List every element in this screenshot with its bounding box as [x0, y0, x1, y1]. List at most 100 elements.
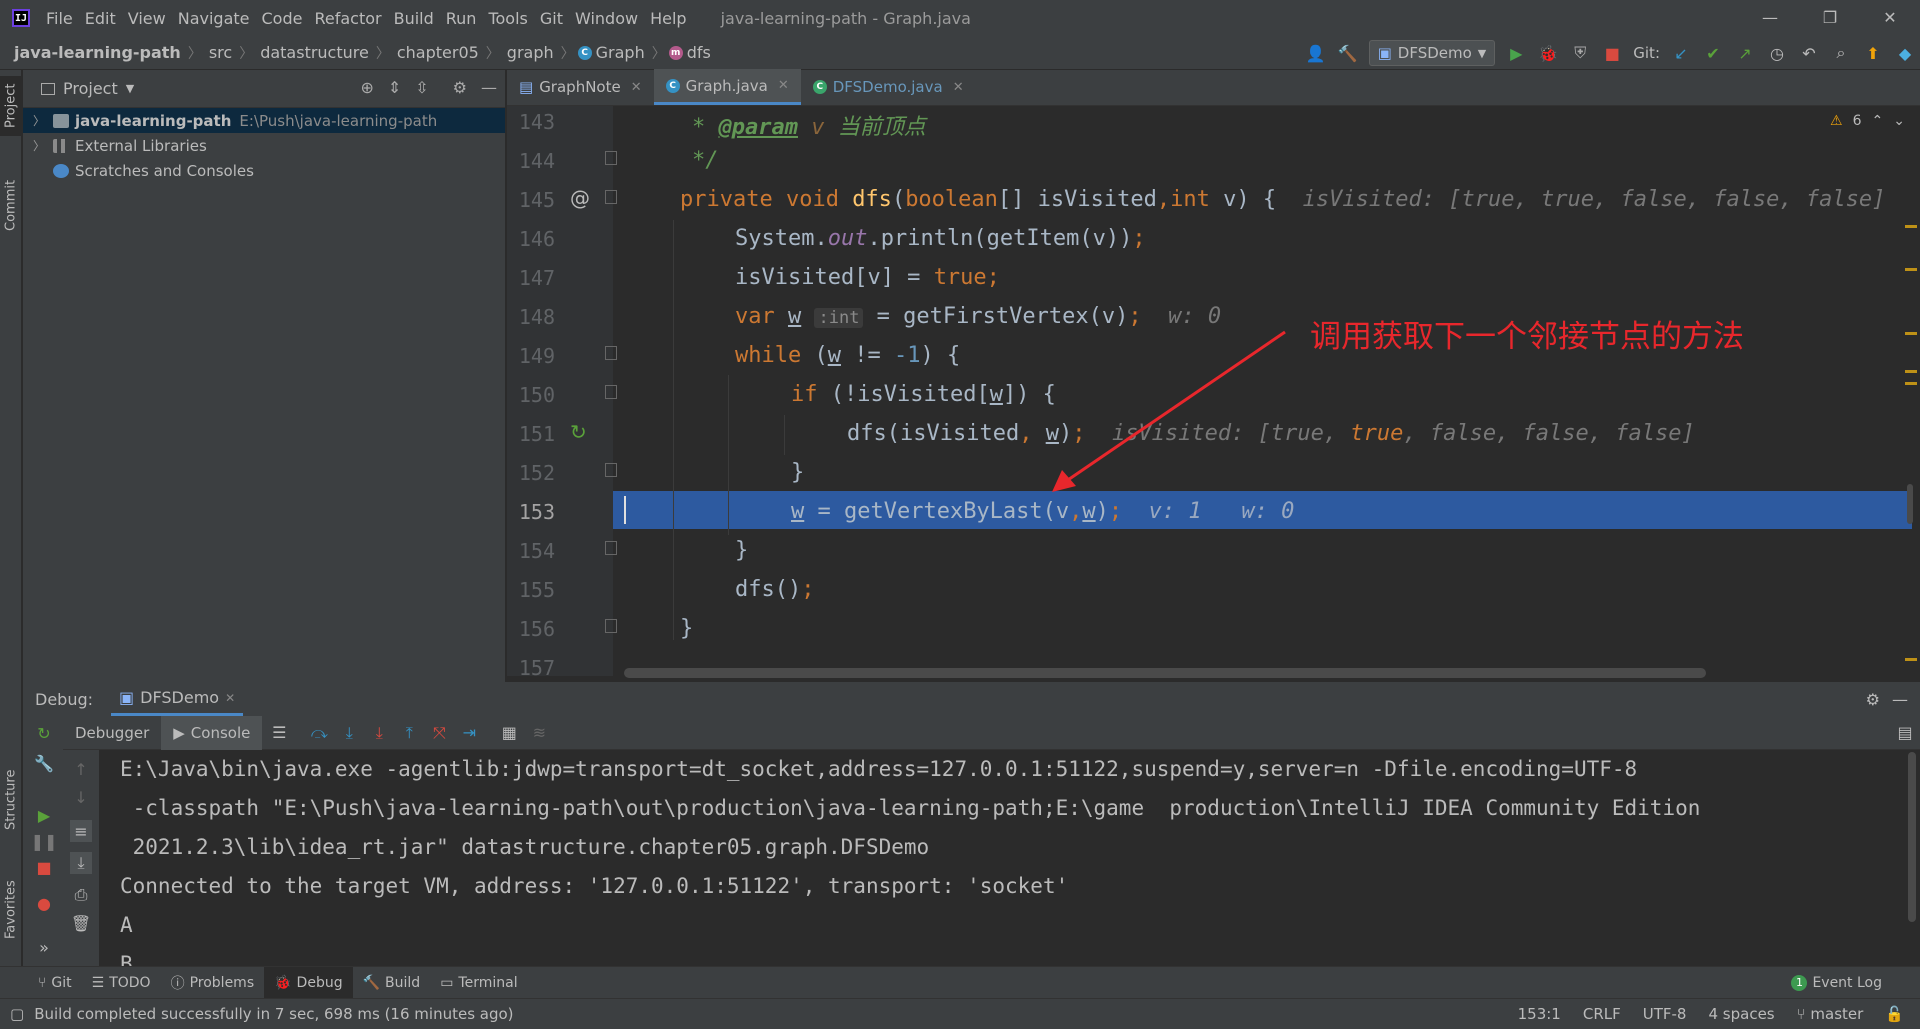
layout-icon[interactable]: ☰	[268, 722, 290, 744]
coverage-icon[interactable]: ⛨	[1569, 42, 1591, 64]
menu-git[interactable]: Git	[534, 9, 569, 28]
menu-code[interactable]: Code	[256, 9, 309, 28]
stop-icon[interactable]: ■	[33, 856, 55, 878]
menu-run[interactable]: Run	[440, 9, 483, 28]
force-step-into-icon[interactable]: ⤓	[368, 722, 390, 744]
chevron-right-icon[interactable]: 〉	[33, 112, 53, 129]
tab-dfsdemo-java[interactable]: C DFSDemo.java ✕	[801, 69, 976, 105]
trace-icon[interactable]: ≋	[528, 722, 550, 744]
inspection-widget[interactable]: ⚠ 6 ⌃ ⌄	[1830, 113, 1905, 129]
status-message[interactable]: Build completed successfully in 7 sec, 6…	[34, 1005, 513, 1023]
minimize-icon[interactable]: —	[1740, 0, 1800, 36]
fold-marker-icon[interactable]	[605, 619, 617, 633]
stop-icon[interactable]: ■	[1601, 42, 1623, 64]
hide-icon[interactable]: —	[481, 78, 497, 97]
fold-marker-icon[interactable]	[605, 151, 617, 165]
lock-icon[interactable]: 🔓	[1885, 1005, 1904, 1023]
chevron-right-icon[interactable]: 〉	[33, 137, 53, 154]
tool-event-log[interactable]: 1 Event Log	[1781, 967, 1892, 999]
arrow-down-icon[interactable]: ↓	[70, 786, 92, 808]
close-icon[interactable]: ✕	[953, 80, 964, 95]
update-icon[interactable]: ⬆	[1862, 42, 1884, 64]
run-configuration-select[interactable]: ▣ DFSDemo ▼	[1368, 40, 1496, 66]
expand-all-icon[interactable]: ⇕	[388, 78, 401, 97]
arrow-up-icon[interactable]: ↑	[70, 758, 92, 780]
warning-stripe-mark[interactable]	[1905, 370, 1917, 373]
rerun-icon[interactable]: ↻	[33, 722, 55, 744]
close-icon[interactable]: ✕	[778, 78, 789, 93]
fold-marker-icon[interactable]	[605, 385, 617, 399]
restore-layout-icon[interactable]: ▤	[1894, 722, 1916, 744]
warning-stripe-mark[interactable]	[1905, 268, 1917, 271]
step-into-icon[interactable]: ⤓	[338, 722, 360, 744]
menu-tools[interactable]: Tools	[482, 9, 533, 28]
print-icon[interactable]: ⎙	[70, 884, 92, 906]
tab-debugger[interactable]: Debugger	[63, 716, 161, 750]
menu-view[interactable]: View	[122, 9, 172, 28]
vertical-scrollbar[interactable]	[1907, 484, 1913, 524]
gear-icon[interactable]: ⚙	[1866, 690, 1880, 709]
collapse-all-icon[interactable]: ⇳	[415, 78, 428, 97]
evaluate-icon[interactable]: ▦	[498, 722, 520, 744]
tree-item-project-root[interactable]: 〉 java-learning-path E:\Push\java-learni…	[23, 108, 505, 133]
breadcrumb-chapter05[interactable]: chapter05	[393, 43, 483, 62]
tool-git[interactable]: ⑂ Git	[28, 967, 82, 999]
tab-graphnote[interactable]: ▤ GraphNote ✕	[507, 69, 654, 105]
drop-frame-icon[interactable]: ⤧	[428, 722, 450, 744]
tree-item-external-libraries[interactable]: 〉 External Libraries	[23, 133, 505, 158]
breadcrumb-datastructure[interactable]: datastructure	[256, 43, 373, 62]
fold-marker-icon[interactable]	[605, 190, 617, 204]
settings-wrench-icon[interactable]: 🔧	[33, 752, 55, 774]
favorites-tool-tab[interactable]: Favorites	[0, 870, 22, 950]
warning-stripe-mark[interactable]	[1905, 382, 1917, 385]
breadcrumb-graph[interactable]: graph	[503, 43, 558, 62]
debug-bug-icon[interactable]: 🐞	[1537, 42, 1559, 64]
pause-icon[interactable]: ❚❚	[31, 830, 58, 852]
toolbox-icon[interactable]: ◆	[1894, 42, 1916, 64]
scroll-to-end-icon[interactable]: ⤓	[70, 852, 92, 874]
restore-icon[interactable]: ❐	[1800, 0, 1860, 36]
tab-console[interactable]: ▶ Console	[161, 715, 263, 750]
breadcrumb-project[interactable]: java-learning-path	[10, 43, 185, 62]
debug-session-tab[interactable]: ▣ DFSDemo ✕	[111, 682, 244, 716]
file-encoding[interactable]: UTF-8	[1643, 1005, 1687, 1023]
menu-window[interactable]: Window	[569, 9, 644, 28]
tool-terminal[interactable]: ▭ Terminal	[430, 967, 527, 999]
more-icon[interactable]: »	[33, 936, 55, 958]
close-icon[interactable]: ✕	[1860, 0, 1920, 36]
build-hammer-icon[interactable]: 🔨	[1337, 42, 1359, 64]
fold-marker-icon[interactable]	[605, 541, 617, 555]
menu-refactor[interactable]: Refactor	[308, 9, 387, 28]
tab-graph-java[interactable]: C Graph.java ✕	[653, 69, 801, 105]
git-branch-widget[interactable]: ⑂ master	[1797, 1005, 1864, 1023]
chevron-down-icon[interactable]: ▼	[126, 82, 134, 95]
tool-todo[interactable]: ☰ TODO	[82, 967, 161, 999]
tree-item-scratches[interactable]: Scratches and Consoles	[23, 158, 505, 183]
locate-icon[interactable]: ⊕	[360, 78, 373, 97]
fold-marker-icon[interactable]	[605, 346, 617, 360]
clear-all-icon[interactable]: 🗑	[70, 912, 92, 934]
gear-icon[interactable]: ⚙	[453, 78, 467, 97]
breadcrumb-dfs[interactable]: dfs	[683, 43, 715, 62]
chevron-down-icon[interactable]: ⌄	[1893, 113, 1905, 129]
warning-stripe-mark[interactable]	[1905, 332, 1917, 335]
step-over-icon[interactable]: ⤼	[308, 722, 330, 744]
close-icon[interactable]: ✕	[631, 80, 642, 95]
menu-edit[interactable]: Edit	[79, 9, 122, 28]
search-icon[interactable]: ⌕	[1830, 42, 1852, 64]
breadcrumb-src[interactable]: src	[205, 43, 236, 62]
line-separator[interactable]: CRLF	[1583, 1005, 1621, 1023]
chevron-up-icon[interactable]: ⌃	[1871, 113, 1883, 129]
view-breakpoints-icon[interactable]: ●	[33, 892, 55, 914]
run-to-cursor-icon[interactable]: ⇥	[458, 722, 480, 744]
hide-icon[interactable]: —	[1892, 690, 1908, 709]
menu-help[interactable]: Help	[644, 9, 692, 28]
user-icon[interactable]: 👤	[1305, 42, 1327, 64]
run-icon[interactable]: ▶	[1505, 42, 1527, 64]
breadcrumb-graph-class[interactable]: Graph	[592, 43, 649, 62]
warning-stripe-mark[interactable]	[1905, 225, 1917, 228]
fold-marker-icon[interactable]	[605, 463, 617, 477]
rollback-icon[interactable]: ↶	[1798, 42, 1820, 64]
horizontal-scrollbar[interactable]	[624, 668, 1706, 678]
menu-build[interactable]: Build	[388, 9, 440, 28]
